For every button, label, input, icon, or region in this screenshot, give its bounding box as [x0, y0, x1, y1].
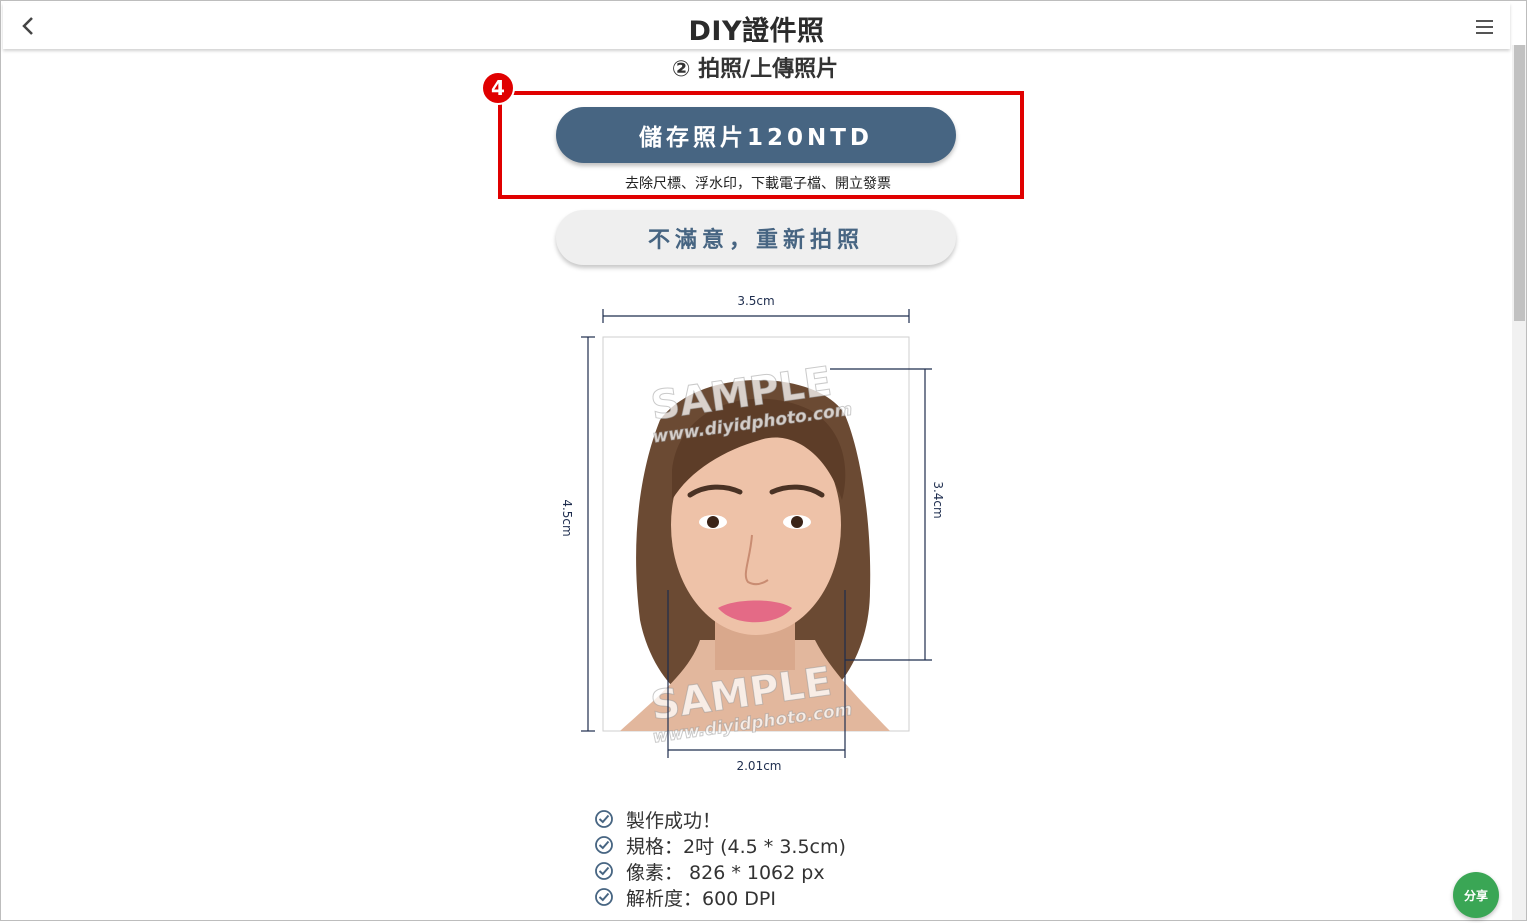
- info-item: 像素： 826 * 1062 px: [594, 858, 846, 884]
- info-item: 規格：2吋 (4.5 * 3.5cm): [594, 832, 846, 858]
- info-text: 製作成功！: [626, 809, 722, 832]
- check-circle-icon: [595, 888, 613, 906]
- info-text: 解析度：600 DPI: [626, 887, 776, 910]
- app-header: DIY證件照: [3, 3, 1510, 49]
- width-label: 3.5cm: [737, 294, 774, 308]
- hamburger-menu-icon[interactable]: [1472, 14, 1498, 40]
- check-circle-icon: [595, 862, 613, 880]
- face-width-label: 2.01cm: [736, 759, 781, 773]
- page-title: DIY證件照: [688, 16, 825, 47]
- info-text: 規格：2吋 (4.5 * 3.5cm): [626, 835, 846, 858]
- info-item: 解析度：600 DPI: [594, 884, 846, 910]
- head-height-label: 3.4cm: [931, 481, 945, 518]
- share-button[interactable]: 分享: [1453, 872, 1499, 918]
- check-circle-icon: [595, 810, 613, 828]
- height-label: 4.5cm: [560, 499, 574, 536]
- photo-spec-diagram: 3.5cm 4.5cm SAMPLE www.diyidphoto.com SA…: [560, 294, 945, 773]
- info-text: 像素： 826 * 1062 px: [626, 861, 825, 884]
- result-info-list: 製作成功！ 規格：2吋 (4.5 * 3.5cm) 像素： 826 * 1062…: [594, 806, 846, 910]
- info-item: 製作成功！: [594, 806, 846, 832]
- check-circle-icon: [595, 836, 613, 854]
